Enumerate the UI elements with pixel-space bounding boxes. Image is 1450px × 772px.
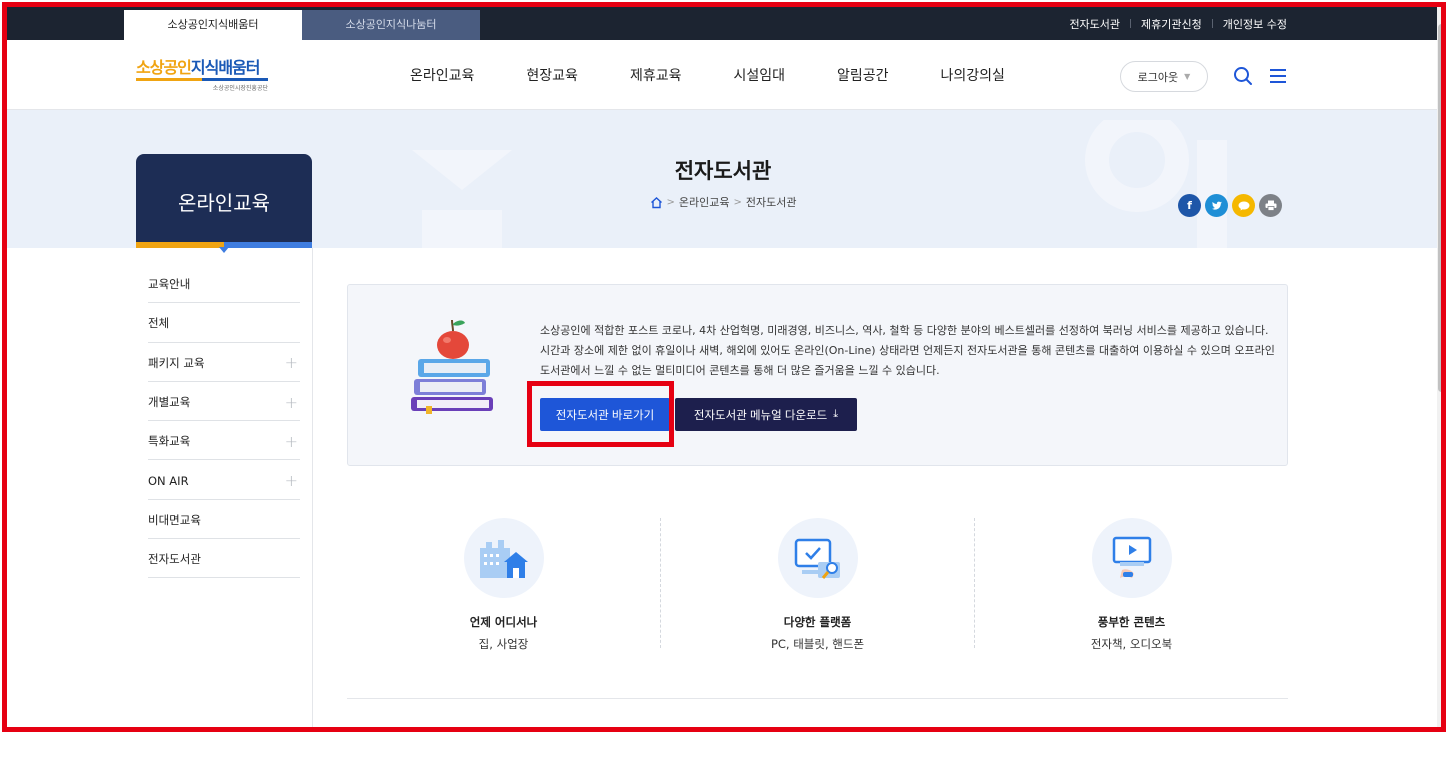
sidebar-item-contactless[interactable]: 비대면교육 bbox=[148, 500, 300, 540]
monitor-check-icon bbox=[777, 518, 858, 598]
scrollbar-thumb[interactable] bbox=[1438, 24, 1445, 392]
sidebar-title-pointer bbox=[219, 247, 229, 253]
feature-rich-content: 풍부한 콘텐츠 전자책, 오디오북 bbox=[975, 518, 1288, 652]
nav-online-education[interactable]: 온라인교육 bbox=[410, 65, 474, 85]
sidebar-item-label: 교육안내 bbox=[148, 277, 191, 292]
sidebar-item-specialized[interactable]: 특화교육 + bbox=[148, 421, 300, 461]
logout-label: 로그아웃 bbox=[1137, 70, 1179, 84]
divider bbox=[1211, 19, 1213, 28]
logo-text-part1: 소상공인 bbox=[136, 58, 192, 77]
feature-title: 다양한 플랫폼 bbox=[783, 615, 852, 629]
plus-icon[interactable]: + bbox=[285, 393, 298, 412]
home-icon[interactable] bbox=[650, 196, 663, 209]
sidebar-menu: 교육안내 전체 패키지 교육 + 개별교육 + 특화교육 + ON AIR + 비대면교… bbox=[148, 264, 300, 579]
sidebar-item-label: 전체 bbox=[148, 316, 170, 331]
logo-subtitle: 소상공인시장진흥공단 bbox=[212, 85, 268, 92]
plus-icon[interactable]: + bbox=[285, 471, 298, 490]
intro-box: 소상공인에 적합한 포스트 코로나, 4차 산업혁명, 미래경영, 비즈니스, … bbox=[347, 284, 1288, 466]
divider bbox=[1130, 19, 1132, 28]
logo-underline bbox=[136, 78, 268, 81]
site-tab-sharing[interactable]: 소상공인지식나눔터 bbox=[302, 10, 480, 40]
utility-links: 전자도서관 제휴기관신청 개인정보 수정 bbox=[1069, 7, 1287, 40]
sidebar-item-on-air[interactable]: ON AIR + bbox=[148, 460, 300, 500]
manual-download-button[interactable]: 전자도서관 메뉴얼 다운로드 ⤓ bbox=[675, 398, 857, 431]
feature-subtitle: 집, 사업장 bbox=[478, 637, 529, 651]
video-screen-icon bbox=[1091, 518, 1172, 598]
menu-icon[interactable] bbox=[1267, 65, 1289, 87]
sidebar-item-label: 특화교육 bbox=[148, 434, 191, 449]
search-icon[interactable] bbox=[1232, 65, 1254, 87]
nav-my-classroom[interactable]: 나의강의실 bbox=[941, 65, 1005, 85]
feature-platforms: 다양한 플랫폼 PC, 태블릿, 핸드폰 bbox=[661, 518, 974, 652]
books-apple-illustration bbox=[411, 319, 493, 414]
nav-partner-education[interactable]: 제휴교육 bbox=[630, 65, 682, 85]
elibrary-go-button[interactable]: 전자도서관 바로가기 bbox=[540, 398, 670, 431]
main-header: 소상공인지식배움터 소상공인시장진흥공단 온라인교육 현장교육 제휴교육 시설임… bbox=[7, 40, 1439, 110]
plus-icon[interactable]: + bbox=[285, 353, 298, 372]
nav-facility-rental[interactable]: 시설임대 bbox=[733, 65, 785, 85]
site-logo[interactable]: 소상공인지식배움터 소상공인시장진흥공단 bbox=[136, 59, 268, 92]
nav-field-education[interactable]: 현장교육 bbox=[526, 65, 578, 85]
global-nav: 온라인교육 현장교육 제휴교육 시설임대 알림공간 나의강의실 bbox=[410, 40, 1057, 110]
print-icon[interactable] bbox=[1259, 194, 1282, 217]
sidebar-item-all[interactable]: 전체 bbox=[148, 303, 300, 343]
logout-button[interactable]: 로그아웃 ▼ bbox=[1120, 61, 1208, 92]
building-home-icon bbox=[463, 518, 544, 598]
util-link-partnership[interactable]: 제휴기관신청 bbox=[1141, 16, 1202, 32]
feature-subtitle: PC, 태블릿, 핸드폰 bbox=[770, 637, 865, 651]
twitter-icon[interactable] bbox=[1205, 194, 1228, 217]
util-link-elibrary[interactable]: 전자도서관 bbox=[1069, 16, 1120, 32]
download-icon: ⤓ bbox=[833, 408, 839, 420]
sidebar-item-individual[interactable]: 개별교육 + bbox=[148, 382, 300, 422]
divider bbox=[347, 698, 1288, 699]
logo-text-part2: 지식배움터 bbox=[190, 58, 261, 77]
sidebar-item-elibrary[interactable]: 전자도서관 bbox=[148, 539, 300, 579]
feature-title: 풍부한 콘텐츠 bbox=[1097, 615, 1166, 629]
chevron-right-icon: > bbox=[733, 196, 742, 208]
manual-download-label: 전자도서관 메뉴얼 다운로드 bbox=[693, 409, 828, 422]
feature-title: 언제 어디서나 bbox=[469, 615, 538, 629]
chevron-down-icon: ▼ bbox=[1184, 72, 1191, 81]
feature-anywhere: 언제 어디서나 집, 사업장 bbox=[347, 518, 660, 652]
sidebar-item-education-guide[interactable]: 교육안내 bbox=[148, 264, 300, 304]
nav-notice[interactable]: 알림공간 bbox=[837, 65, 889, 85]
sidebar-item-package[interactable]: 패키지 교육 + bbox=[148, 343, 300, 382]
util-link-profile-edit[interactable]: 개인정보 수정 bbox=[1223, 16, 1287, 32]
kakaotalk-icon[interactable] bbox=[1232, 194, 1255, 217]
facebook-icon[interactable]: f bbox=[1178, 194, 1201, 217]
sidebar-item-label: 전자도서관 bbox=[148, 552, 201, 567]
plus-icon[interactable]: + bbox=[285, 432, 298, 451]
breadcrumb-item-elibrary: 전자도서관 bbox=[745, 196, 797, 209]
feature-subtitle: 전자책, 오디오북 bbox=[1090, 637, 1173, 651]
breadcrumb-item-online-education[interactable]: 온라인교육 bbox=[679, 194, 730, 210]
share-buttons: f bbox=[1178, 194, 1282, 217]
sidebar-item-label: 패키지 교육 bbox=[148, 355, 205, 370]
top-utility-bar: 소상공인지식배움터 소상공인지식나눔터 전자도서관 제휴기관신청 개인정보 수정 bbox=[7, 7, 1439, 40]
intro-description: 소상공인에 적합한 포스트 코로나, 4차 산업혁명, 미래경영, 비즈니스, … bbox=[540, 324, 1275, 377]
sidebar-item-label: 비대면교육 bbox=[148, 512, 201, 527]
sidebar-item-label: ON AIR bbox=[148, 473, 189, 488]
sidebar-item-label: 개별교육 bbox=[148, 395, 191, 410]
sidebar-title: 온라인교육 bbox=[136, 154, 312, 248]
site-tab-learning[interactable]: 소상공인지식배움터 bbox=[124, 10, 302, 40]
chevron-right-icon: > bbox=[666, 196, 675, 208]
page-scrollbar[interactable] bbox=[1437, 7, 1446, 732]
